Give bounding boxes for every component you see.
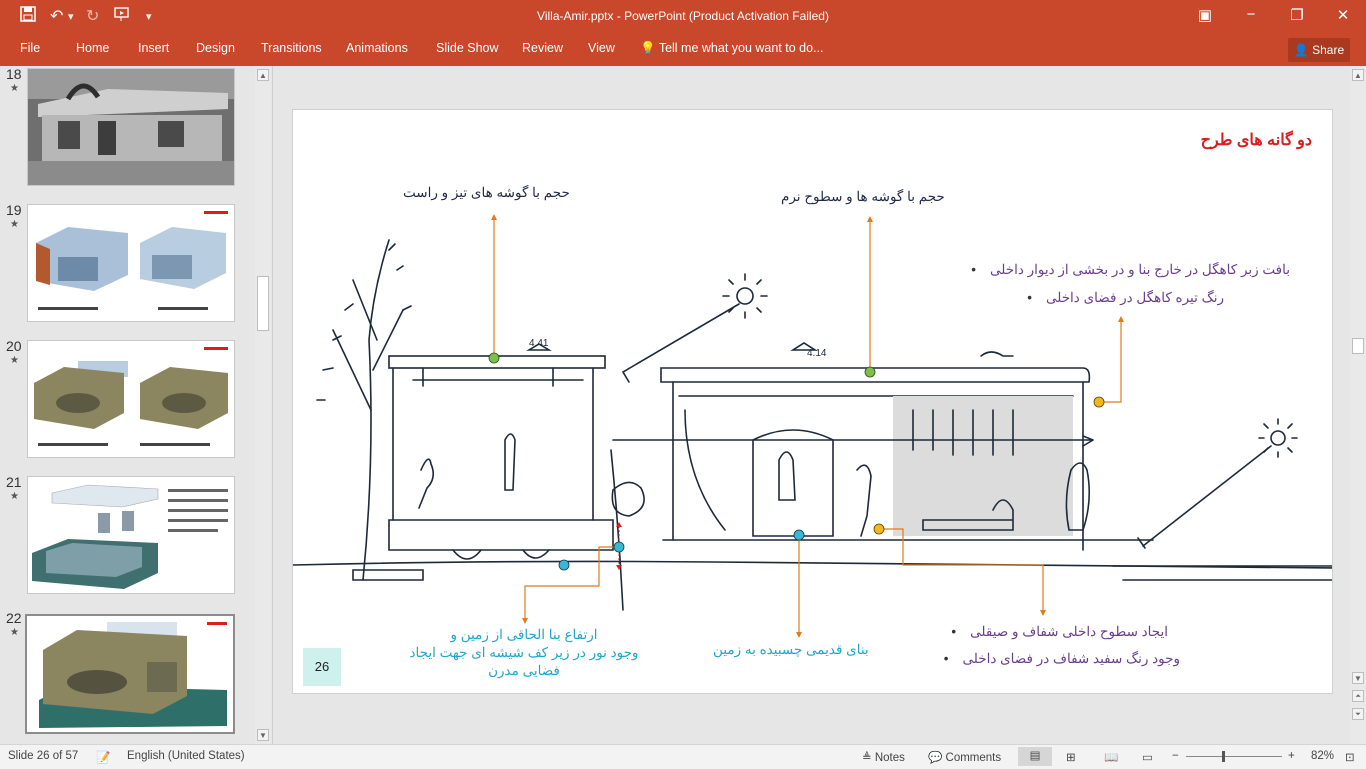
- close-icon[interactable]: ✕: [1328, 6, 1358, 24]
- bullet-dark-color: رنگ تیره کاهگل در فضای داخلی•: [1027, 290, 1224, 305]
- slide-thumbnail-20[interactable]: [27, 340, 235, 458]
- animation-star-icon: ★: [10, 219, 19, 230]
- bullet-texture: بافت زبر کاهگل در خارج بنا و در بخشی از …: [971, 262, 1290, 277]
- sketch-dimension-left: 4.41: [529, 338, 549, 349]
- comments-button[interactable]: 💬 Comments: [928, 750, 1001, 764]
- language-indicator[interactable]: English (United States): [127, 750, 245, 762]
- fit-slide-icon[interactable]: ⊡: [1345, 750, 1355, 764]
- slide-thumbnail-19[interactable]: [27, 204, 235, 322]
- lightbulb-icon: 💡: [640, 41, 656, 55]
- bullet-white-color: وجود رنگ سفید شفاف در فضای داخلی•: [943, 651, 1180, 666]
- title-bar: ↶ ▾ ↻ ▾ Villa-Amir.pptx - PowerPoint (Pr…: [0, 0, 1366, 34]
- scroll-down-icon[interactable]: ▼: [1352, 672, 1364, 684]
- label-elevation: ارتفاع بنا الحاقی از زمین و وجود نور در …: [409, 627, 639, 678]
- thumb-number: 20: [6, 338, 22, 354]
- label-soft-volume: حجم با گوشه ها و سطوح نرم: [781, 189, 945, 204]
- scrollbar-thumb[interactable]: [1352, 338, 1364, 354]
- tab-file[interactable]: File: [20, 41, 40, 55]
- zoom-in-icon[interactable]: +: [1288, 750, 1295, 762]
- animation-star-icon: ★: [10, 355, 19, 366]
- tell-me-text: Tell me what you want to do...: [658, 41, 824, 55]
- slide-title: دو گانه های طرح: [1200, 132, 1312, 149]
- normal-view-icon[interactable]: ▤: [1018, 747, 1052, 766]
- animation-star-icon: ★: [10, 627, 19, 638]
- label-ground: بنای قدیمی چسبیده به زمین: [713, 642, 869, 657]
- share-button[interactable]: 👤 Share: [1288, 38, 1350, 62]
- person-icon: 👤: [1293, 43, 1309, 57]
- thumbnail-scrollbar[interactable]: ▲ ▼: [255, 66, 271, 744]
- thumb-number: 18: [6, 66, 22, 82]
- ribbon-display-icon[interactable]: ▣: [1190, 6, 1220, 24]
- tab-view[interactable]: View: [588, 41, 615, 55]
- slide-thumbnail-22[interactable]: [25, 614, 235, 734]
- animation-star-icon: ★: [10, 83, 19, 94]
- slide-number-box: 26: [303, 648, 341, 686]
- tell-me-box[interactable]: 💡 Tell me what you want to do...: [640, 41, 824, 56]
- tab-design[interactable]: Design: [196, 41, 235, 55]
- next-slide-icon[interactable]: ⏷: [1352, 708, 1364, 720]
- thumb-number: 22: [6, 610, 22, 626]
- reading-view-icon[interactable]: 📖: [1104, 750, 1118, 764]
- tab-home[interactable]: Home: [76, 41, 109, 55]
- zoom-level[interactable]: 82%: [1311, 750, 1334, 762]
- window-title: Villa-Amir.pptx - PowerPoint (Product Ac…: [537, 9, 829, 23]
- comment-icon: 💬: [928, 752, 943, 764]
- zoom-out-icon[interactable]: −: [1172, 750, 1179, 762]
- slide-counter: Slide 26 of 57: [8, 750, 79, 762]
- slide-thumbnail-pane: 18 ★ 19 ★ 20 ★ 21 ★ 22 ★: [0, 66, 273, 744]
- slide-sorter-icon[interactable]: ⊞: [1066, 750, 1076, 764]
- minimize-icon[interactable]: −: [1236, 6, 1266, 23]
- animation-star-icon: ★: [10, 491, 19, 502]
- thumb-number: 19: [6, 202, 22, 218]
- label-sharp-volume: حجم با گوشه های تیز و راست: [403, 185, 570, 200]
- notes-icon: ≜: [862, 752, 872, 764]
- tab-slide-show[interactable]: Slide Show: [436, 41, 499, 55]
- tab-review[interactable]: Review: [522, 41, 563, 55]
- slide-scrollbar[interactable]: ▲ ▼ ⏶ ⏷: [1350, 66, 1366, 744]
- scroll-up-icon[interactable]: ▲: [257, 69, 269, 81]
- zoom-slider-handle[interactable]: [1222, 751, 1225, 762]
- maximize-icon[interactable]: ❐: [1282, 6, 1312, 24]
- scroll-up-icon[interactable]: ▲: [1352, 69, 1364, 81]
- sketch-dimension-right: 4.14: [807, 348, 827, 359]
- thumb-number: 21: [6, 474, 22, 490]
- ribbon-tabs: File Home Insert Design Transitions Anim…: [0, 34, 1366, 66]
- tab-transitions[interactable]: Transitions: [261, 41, 322, 55]
- slide-thumbnail-21[interactable]: [27, 476, 235, 594]
- status-bar: Slide 26 of 57 📝 English (United States)…: [0, 744, 1366, 769]
- previous-slide-icon[interactable]: ⏶: [1352, 690, 1364, 702]
- slide-canvas[interactable]: 4.41 4.14 دو گانه های طرح حجم با گوشه ها…: [292, 109, 1333, 694]
- scroll-down-icon[interactable]: ▼: [257, 729, 269, 741]
- scrollbar-thumb[interactable]: [257, 276, 269, 331]
- spelling-icon[interactable]: 📝: [96, 750, 110, 764]
- slideshow-view-icon[interactable]: ▭: [1142, 750, 1153, 764]
- notes-button[interactable]: ≜ Notes: [862, 750, 905, 764]
- tab-animations[interactable]: Animations: [346, 41, 408, 55]
- tab-insert[interactable]: Insert: [138, 41, 169, 55]
- bullet-transparent-surfaces: ایجاد سطوح داخلی شفاف و صیقلی•: [951, 624, 1168, 639]
- zoom-slider[interactable]: [1186, 756, 1282, 757]
- slide-thumbnail-18[interactable]: [27, 68, 235, 186]
